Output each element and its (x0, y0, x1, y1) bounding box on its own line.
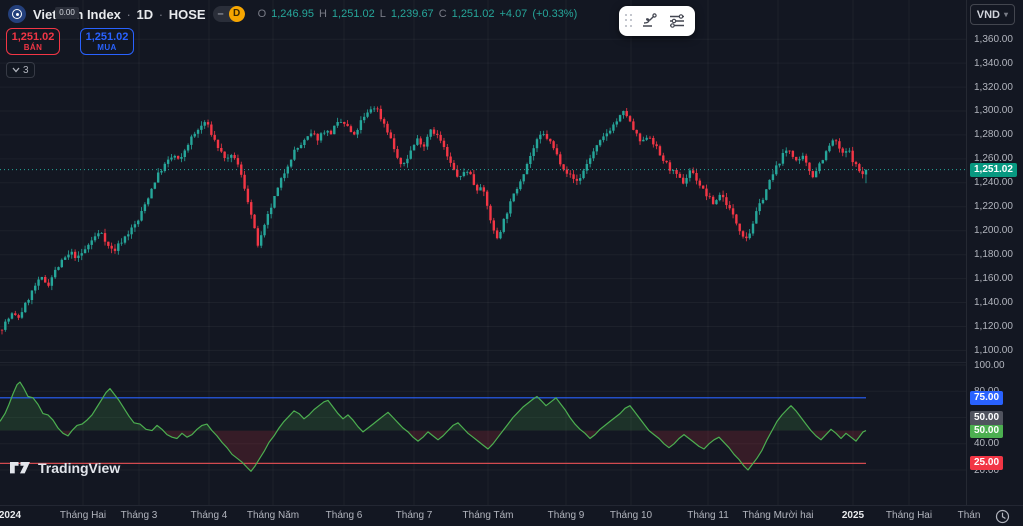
time-label-month: Tháng Năm (247, 510, 299, 521)
interval-badge: D (229, 6, 245, 22)
caret-down-icon: ▾ (1004, 10, 1008, 19)
time-label-month: Tháng Tám (463, 510, 514, 521)
interval-chip[interactable]: – D (213, 6, 245, 22)
high-value: 1,251.02 (332, 8, 375, 20)
collapse-indicators-button[interactable]: 3 (6, 62, 35, 78)
rsi-band-label: 50.00 (970, 411, 1003, 425)
symbol-header: Vietnam Index · 1D · HOSE – D O1,246.95 … (8, 5, 577, 23)
change-percent: (+0.33%) (532, 8, 577, 20)
chevron-down-icon (12, 67, 20, 73)
drag-handle-icon[interactable] (623, 14, 635, 28)
currency-label: VND (977, 9, 1000, 21)
price-tick: 1,300.00 (974, 105, 1013, 116)
interval-value: 1D (137, 7, 154, 22)
collapse-count: 3 (23, 65, 29, 76)
price-tick: 1,220.00 (974, 201, 1013, 212)
time-label-month: Thán (958, 510, 981, 521)
close-value: 1,251.02 (452, 8, 495, 20)
price-tick: 1,240.00 (974, 177, 1013, 188)
price-tick: 1,340.00 (974, 58, 1013, 69)
buy-price: 1,251.02 (81, 31, 133, 43)
tradingview-logo-text: TradingView (38, 460, 120, 476)
chart-canvas[interactable] (0, 0, 966, 505)
change-value: +4.07 (499, 8, 527, 20)
low-value: 1,239.67 (391, 8, 434, 20)
polyline-tool-icon[interactable] (635, 8, 663, 34)
time-axis[interactable]: 2024 Tháng Hai Tháng 3 Tháng 4 Tháng Năm Thán… (0, 505, 1023, 526)
price-tick: 1,140.00 (974, 297, 1013, 308)
sell-button[interactable]: 1,251.02 BÁN (6, 28, 60, 55)
time-label-month: Tháng 4 (191, 510, 228, 521)
buy-label: MUA (81, 43, 133, 52)
time-label-month: Tháng 10 (610, 510, 652, 521)
price-tick: 1,200.00 (974, 225, 1013, 236)
indicator-settings-icon[interactable] (663, 8, 691, 34)
rsi-tick: 40.00 (974, 438, 999, 449)
trading-chart-window: 1,360.00 1,340.00 1,320.00 1,300.00 1,280.00… (0, 0, 1023, 526)
price-tick: 1,320.00 (974, 82, 1013, 93)
open-value: 1,246.95 (271, 8, 314, 20)
spread-value: 0.00 (55, 7, 79, 19)
time-label-month: Tháng Mười hai (742, 510, 813, 521)
price-axis[interactable]: 1,360.00 1,340.00 1,320.00 1,300.00 1,280.00… (966, 0, 1023, 505)
last-price-label: 1,251.02 (970, 163, 1017, 177)
tradingview-logo[interactable]: TradingView (10, 460, 120, 476)
time-label-month: Tháng 7 (396, 510, 433, 521)
sell-label: BÁN (7, 43, 59, 52)
time-label-month: Tháng 3 (121, 510, 158, 521)
price-tick: 1,280.00 (974, 129, 1013, 140)
price-tick: 1,100.00 (974, 345, 1013, 356)
exchange-name: HOSE (169, 7, 206, 22)
drawing-toolbar (619, 6, 695, 36)
sell-price: 1,251.02 (7, 31, 59, 43)
time-label-month: Tháng 9 (548, 510, 585, 521)
rsi-band-label: 50.00 (970, 424, 1003, 438)
price-tick: 1,160.00 (974, 273, 1013, 284)
time-label-year: 2025 (842, 510, 864, 521)
trade-panel: 1,251.02 BÁN 1,251.02 MUA (6, 28, 134, 55)
rsi-tick: 100.00 (974, 360, 1005, 371)
ohlc-readout: O1,246.95 H1,251.02 L1,239.67 C1,251.02 … (258, 8, 578, 20)
price-tick: 1,360.00 (974, 34, 1013, 45)
time-label-month: Tháng Hai (60, 510, 106, 521)
minus-icon: – (213, 6, 229, 22)
price-tick: 1,180.00 (974, 249, 1013, 260)
buy-button[interactable]: 1,251.02 MUA (80, 28, 134, 55)
time-label-month: Tháng 6 (326, 510, 363, 521)
rsi-band-label: 25.00 (970, 456, 1003, 470)
currency-button[interactable]: VND ▾ (970, 4, 1015, 25)
price-tick: 1,120.00 (974, 321, 1013, 332)
time-label-month: Tháng 11 (687, 510, 729, 521)
tradingview-mark-icon (10, 462, 32, 475)
rsi-band-label: 75.00 (970, 391, 1003, 405)
symbol-logo-icon[interactable] (8, 5, 26, 23)
time-label-month: Tháng Hai (886, 510, 932, 521)
timezone-clock-icon[interactable] (995, 509, 1010, 524)
time-label-year: 2024 (0, 510, 21, 521)
